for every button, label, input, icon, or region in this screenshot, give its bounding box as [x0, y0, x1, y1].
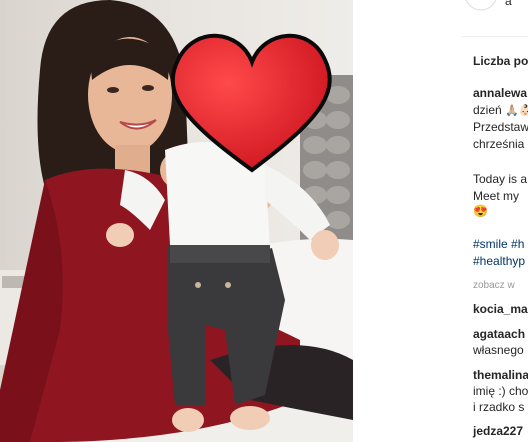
comment-user-2[interactable]: agataach: [473, 327, 525, 341]
post-photo[interactable]: [0, 0, 353, 442]
post-image: [0, 0, 353, 442]
heart-eyes-emoji-icon: 😍: [473, 204, 488, 218]
header-divider: [461, 36, 528, 37]
comment-user-4[interactable]: jedza227: [473, 424, 523, 438]
pray-baby-emoji-icon: 🙏🏼👶🏻: [505, 105, 528, 117]
comment-text-3: imię :) cho: [473, 384, 528, 398]
comment-text-2: własnego: [473, 343, 524, 357]
username-fragment[interactable]: a: [505, 0, 512, 8]
caption-line-3: chrześnia: [473, 137, 525, 151]
comment-user-3[interactable]: themalina: [473, 368, 528, 382]
hashtag-line-2[interactable]: #healthyp: [473, 254, 525, 268]
comment-text-3b: i rzadko s: [473, 400, 525, 414]
caption-line-2: Przedstaw: [473, 120, 528, 134]
likes-label[interactable]: Liczba po: [473, 54, 528, 68]
hashtag-h[interactable]: #h: [511, 237, 524, 251]
view-all-comments-link[interactable]: zobacz w: [473, 280, 515, 291]
caption-text-1: dzień: [473, 103, 502, 117]
caption-line-5: Meet my: [473, 189, 520, 203]
avatar[interactable]: [463, 0, 499, 16]
caption-username[interactable]: annalewa: [473, 86, 527, 100]
caption-line-1: dzień 🙏🏼👶🏻: [473, 103, 528, 117]
hashtag-smile[interactable]: #smile: [473, 237, 508, 251]
hashtag-line-1: #smile #h: [473, 237, 524, 251]
post-sidebar: a Liczba po annalewa dzień 🙏🏼👶🏻 Przedsta…: [353, 0, 528, 442]
caption-line-4: Today is a: [473, 172, 528, 186]
comment-user-1[interactable]: kocia_ma: [473, 302, 528, 316]
